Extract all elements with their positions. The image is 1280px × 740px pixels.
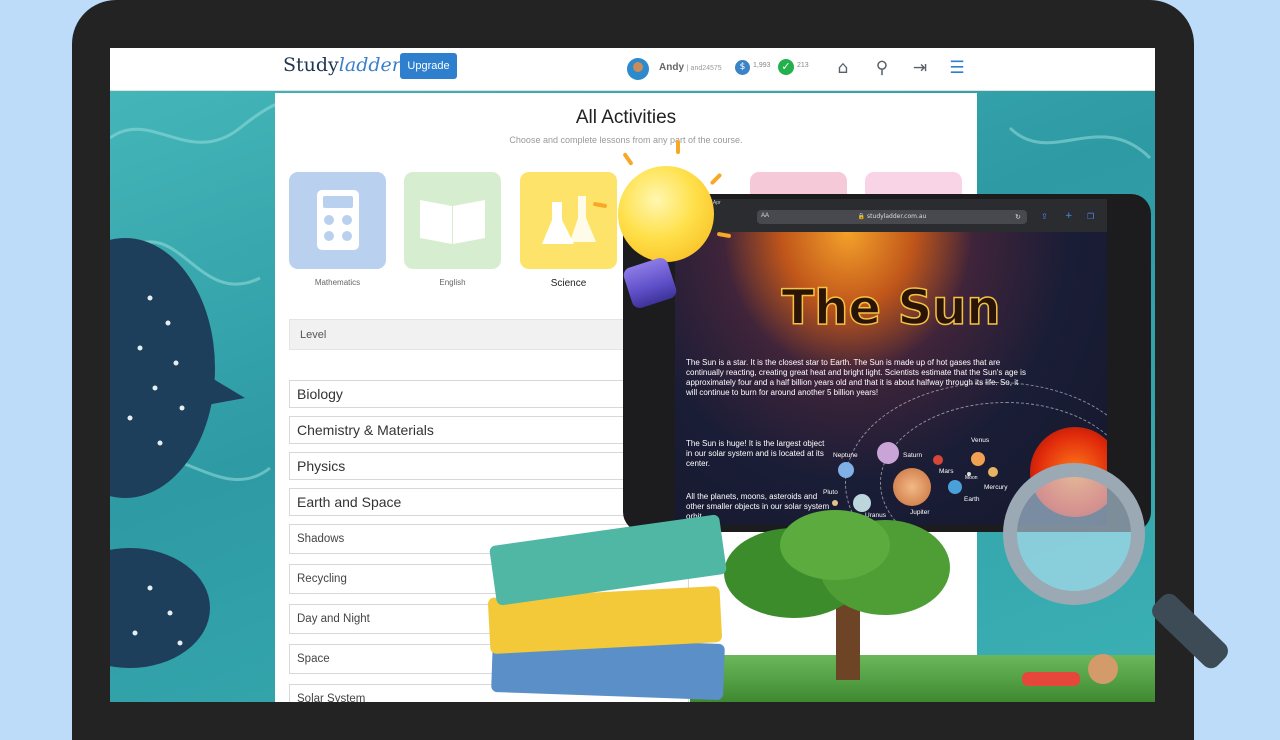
planet-label-moon: Moon xyxy=(965,475,978,481)
user-name: Andy | and24575 xyxy=(659,62,722,73)
magnifying-glass-icon xyxy=(1003,463,1145,605)
new-tab-icon[interactable]: + xyxy=(1065,211,1073,221)
light-ray xyxy=(676,140,680,154)
planet-saturn xyxy=(877,442,899,464)
planet-label-pluto: Pluto xyxy=(823,489,838,496)
coin-count: 1,993 xyxy=(753,62,771,69)
user-id: | and24575 xyxy=(686,65,722,72)
planet-neptune xyxy=(838,462,854,478)
tree-illustration xyxy=(780,510,890,580)
planet-label-saturn: Saturn xyxy=(903,452,923,459)
planet-earth xyxy=(948,480,962,494)
check-icon: ✓ xyxy=(778,59,794,75)
logo-main: Study xyxy=(283,54,339,76)
studyladder-logo[interactable]: Studyladder xyxy=(283,54,401,76)
planet-pluto xyxy=(832,500,838,506)
calculator-icon xyxy=(317,190,359,250)
subject-tile-mathematics[interactable] xyxy=(289,172,386,269)
planet-jupiter xyxy=(893,468,931,506)
flask-icon xyxy=(542,196,596,244)
subject-label-english: English xyxy=(439,278,466,287)
page-subtitle: Choose and complete lessons from any par… xyxy=(509,135,743,145)
lesson-paragraph-2: The Sun is huge! It is the largest objec… xyxy=(686,439,825,468)
book-icon xyxy=(420,200,485,244)
menu-icon[interactable]: ☰ xyxy=(947,58,967,78)
subject-label-science: Science xyxy=(550,278,587,289)
lightbulb-icon xyxy=(618,166,714,262)
lesson-title: The Sun xyxy=(781,279,1002,337)
search-icon[interactable]: ⚲ xyxy=(872,58,892,78)
sleeping-kid-illustration xyxy=(1010,650,1130,690)
share-icon[interactable]: ⇪ xyxy=(1041,212,1048,221)
planet-mars xyxy=(933,455,943,465)
whale-shark-illustration xyxy=(110,238,245,668)
upgrade-button[interactable]: Upgrade xyxy=(400,53,457,79)
avatar[interactable] xyxy=(627,58,649,80)
user-name-text: Andy xyxy=(659,62,684,73)
planet-label-mercury: Mercury xyxy=(984,484,1008,491)
planet-mercury xyxy=(988,467,998,477)
planet-venus xyxy=(971,452,985,466)
tablet-url-bar: 5 Apr AA 🔒 studyladder.com.au ↻ ⇪ + ❐ xyxy=(675,199,1107,232)
home-icon[interactable]: ⌂ xyxy=(833,58,853,78)
text-size-button[interactable]: AA xyxy=(761,213,769,219)
top-navigation-bar: Studyladder Upgrade Andy | and24575 $ 1,… xyxy=(110,48,1155,91)
lock-icon: 🔒 xyxy=(857,213,866,220)
reload-icon[interactable]: ↻ xyxy=(1015,213,1021,221)
subject-tile-science[interactable] xyxy=(520,172,617,269)
tabs-icon[interactable]: ❐ xyxy=(1087,212,1094,221)
logout-icon[interactable]: ⇥ xyxy=(910,58,930,78)
planet-label-earth: Earth xyxy=(964,496,980,503)
planet-label-neptune: Neptune xyxy=(833,452,858,459)
planet-label-venus: Venus xyxy=(971,437,990,444)
planet-label-mars: Mars xyxy=(939,468,954,475)
completed-count: 213 xyxy=(797,62,809,69)
tablet-url-text: studyladder.com.au xyxy=(867,213,927,220)
coin-icon: $ xyxy=(735,60,750,75)
subject-label-mathematics: Mathematics xyxy=(314,278,361,287)
planet-label-jupiter: Jupiter xyxy=(910,509,930,516)
logo-accent: ladder xyxy=(338,54,401,76)
planet-uranus xyxy=(853,494,871,512)
subject-tile-english[interactable] xyxy=(404,172,501,269)
page-title: All Activities xyxy=(575,107,677,128)
tablet-url-input[interactable]: 🔒 studyladder.com.au xyxy=(757,210,1027,224)
